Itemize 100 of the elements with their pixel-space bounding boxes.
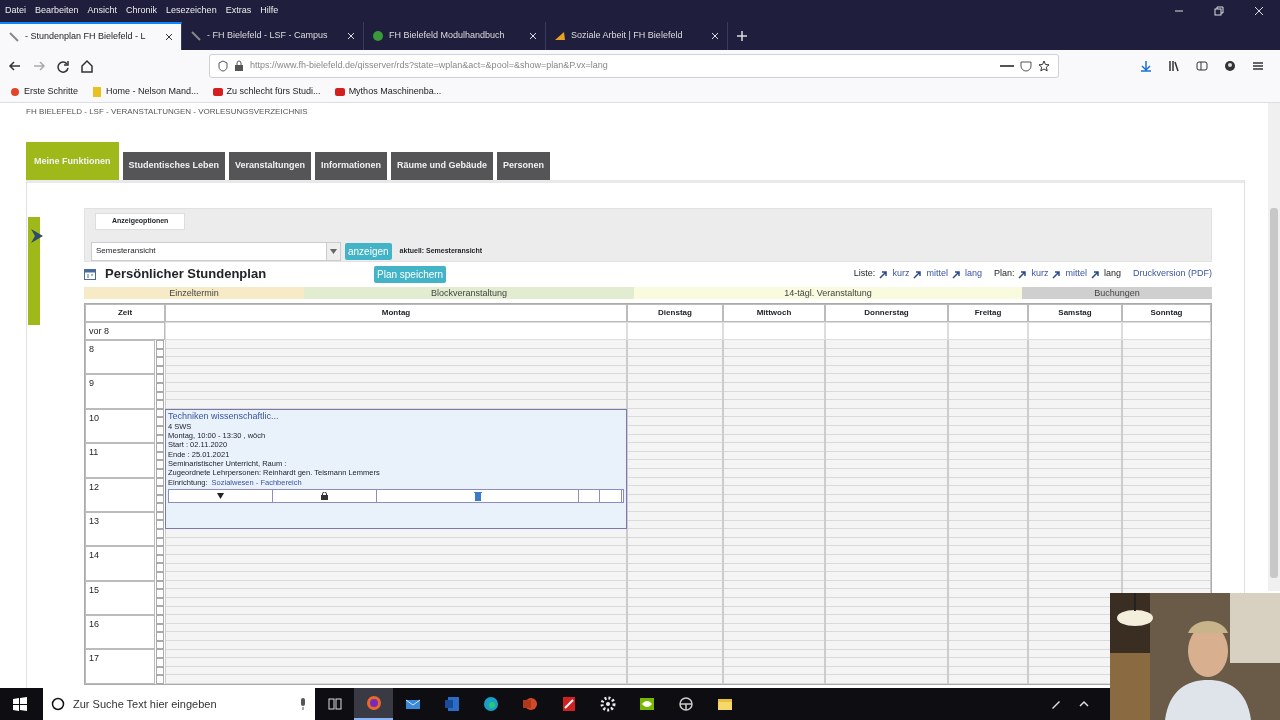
bookmark-icon bbox=[334, 87, 345, 97]
new-tab-icon[interactable] bbox=[736, 30, 748, 42]
back-icon[interactable] bbox=[8, 59, 22, 73]
bookmark[interactable]: Mythos Maschinenba... bbox=[334, 85, 442, 99]
time-cell: 8 bbox=[85, 340, 155, 375]
scrollbar[interactable] bbox=[1268, 103, 1280, 591]
nav-tab[interactable]: Veranstaltungen bbox=[229, 152, 312, 180]
time-cell: 13 bbox=[85, 511, 155, 547]
browser-tab[interactable]: - Stundenplan FH Bielefeld - L bbox=[0, 22, 182, 50]
account-icon[interactable] bbox=[1224, 60, 1236, 72]
time-cell: vor 8 bbox=[85, 322, 165, 340]
column-header: Montag bbox=[165, 304, 627, 322]
pen-icon[interactable] bbox=[1050, 698, 1062, 710]
tab-title: - FH Bielefeld - LSF - Campus bbox=[207, 29, 329, 43]
sidebar-icon[interactable] bbox=[1196, 60, 1208, 72]
lock-icon[interactable] bbox=[321, 491, 328, 500]
home-icon[interactable] bbox=[80, 59, 94, 73]
time-cell: 10 bbox=[85, 408, 155, 444]
print-link[interactable]: Druckversion (PDF) bbox=[1133, 267, 1212, 281]
column-header: Sonntag bbox=[1122, 304, 1211, 322]
arrow-icon[interactable] bbox=[30, 228, 44, 244]
library-icon[interactable] bbox=[1168, 60, 1180, 72]
tab-title: Soziale Arbeit | FH Bielefeld bbox=[571, 29, 684, 43]
view-label: Liste: bbox=[853, 267, 876, 281]
lock-icon bbox=[234, 60, 244, 72]
column-header: Dienstag bbox=[627, 304, 723, 322]
eye-app-icon[interactable] bbox=[638, 696, 655, 712]
start-icon[interactable] bbox=[12, 697, 27, 711]
shield-icon bbox=[218, 60, 228, 72]
slash-app-icon[interactable] bbox=[560, 696, 577, 712]
caret-down-icon[interactable] bbox=[217, 492, 224, 499]
browser-icon[interactable] bbox=[365, 695, 382, 711]
reload-icon[interactable] bbox=[56, 59, 70, 73]
time-cell: 12 bbox=[85, 477, 155, 512]
breadcrumb: FH BIELEFELD - LSF - VERANSTALTUNGEN - VORLESUNGSVERZEICHNIS bbox=[26, 106, 309, 117]
menu-item[interactable]: Hilfe bbox=[260, 4, 279, 18]
nav-tab[interactable]: Personen bbox=[497, 152, 551, 180]
menu-item[interactable]: Extras bbox=[225, 4, 252, 18]
nav-tab[interactable]: Räume und Gebäude bbox=[391, 152, 494, 180]
pocket-icon[interactable] bbox=[1020, 60, 1032, 72]
menu-item[interactable]: Ansicht bbox=[87, 4, 118, 18]
bookmark[interactable]: Erste Schritte bbox=[10, 85, 79, 99]
favicon-icon bbox=[372, 30, 384, 42]
column-header: Samstag bbox=[1028, 304, 1122, 322]
column-header: Donnerstag bbox=[825, 304, 948, 322]
arrow-icon bbox=[1052, 269, 1062, 279]
arrow-icon bbox=[1090, 269, 1100, 279]
view-link[interactable]: kurz bbox=[1031, 267, 1049, 281]
document-app-icon[interactable] bbox=[443, 696, 460, 712]
view-link[interactable]: mittel bbox=[926, 267, 948, 281]
task-view-icon[interactable] bbox=[327, 698, 342, 710]
view-link[interactable]: kurz bbox=[892, 267, 910, 281]
legend-item: Buchungen bbox=[1022, 287, 1212, 299]
bookmark[interactable]: Zu schlecht fürs Studi... bbox=[212, 85, 321, 99]
bookmark-icon bbox=[212, 87, 223, 97]
globe-app-icon[interactable] bbox=[482, 696, 499, 712]
menu-item[interactable]: Datei bbox=[5, 4, 26, 18]
time-cell: 9 bbox=[85, 374, 155, 409]
course-title-link[interactable]: Techniken wissenschaftlic... bbox=[168, 410, 624, 422]
restore-icon[interactable] bbox=[1214, 6, 1224, 16]
menu-item[interactable]: Chronik bbox=[126, 4, 158, 18]
nav-tab[interactable]: Studentisches Leben bbox=[122, 152, 226, 180]
view-select[interactable]: Semesteransicht bbox=[91, 241, 341, 261]
folder-icon[interactable] bbox=[716, 696, 733, 712]
favicon-icon bbox=[8, 31, 20, 43]
trash-icon[interactable] bbox=[473, 490, 482, 501]
legend-item: 14-tägl. Veranstaltung bbox=[634, 287, 1022, 299]
page-title: Persönlicher Stundenplan bbox=[105, 265, 268, 284]
view-label: Plan: bbox=[993, 267, 1015, 281]
legend-item: Einzeltermin bbox=[84, 287, 304, 299]
nav-tab[interactable]: Informationen bbox=[315, 152, 388, 180]
menu-item[interactable]: Bearbeiten bbox=[35, 4, 79, 18]
wheel-icon[interactable] bbox=[677, 696, 694, 712]
tab-title: - Stundenplan FH Bielefeld - L bbox=[25, 30, 147, 44]
favicon-icon bbox=[554, 30, 566, 42]
calendar-icon bbox=[84, 268, 96, 280]
close-icon[interactable] bbox=[165, 33, 173, 41]
column-header: Zeit bbox=[85, 304, 165, 322]
arrow-icon bbox=[951, 269, 961, 279]
caret-icon bbox=[330, 248, 337, 254]
view-link[interactable]: lang bbox=[1103, 267, 1121, 281]
address-bar[interactable]: https://www.fh-bielefeld.de/qisserver/rds?state=wplan&act=&pool=&show=plan&P.vx=lang bbox=[209, 54, 1059, 78]
star-icon[interactable] bbox=[1038, 60, 1050, 72]
menu-icon[interactable] bbox=[1252, 60, 1264, 72]
microphone-icon bbox=[299, 698, 307, 710]
url-text: https://www.fh-bielefeld.de/qisserver/rds?state=wplan&act=&pool=&show=plan&P.vx=lang bbox=[250, 59, 609, 73]
menu-item[interactable]: Lesezeichen bbox=[166, 4, 217, 18]
bookmark[interactable]: Home - Nelson Mand... bbox=[92, 85, 199, 99]
view-link[interactable]: mittel bbox=[1065, 267, 1087, 281]
presentation-app-icon[interactable] bbox=[521, 696, 538, 712]
more-icon[interactable] bbox=[1000, 64, 1014, 68]
time-cell: 17 bbox=[85, 649, 155, 684]
arrow-icon bbox=[913, 269, 923, 279]
view-link[interactable]: lang bbox=[964, 267, 982, 281]
download-icon[interactable] bbox=[1140, 60, 1152, 72]
bookmark-icon bbox=[92, 87, 103, 97]
legend-item: Blockveranstaltung bbox=[304, 287, 634, 299]
course-entry[interactable] bbox=[165, 408, 627, 530]
settings-icon[interactable] bbox=[599, 696, 616, 712]
search-field[interactable]: Zur Suche Text hier eingeben bbox=[43, 688, 315, 720]
